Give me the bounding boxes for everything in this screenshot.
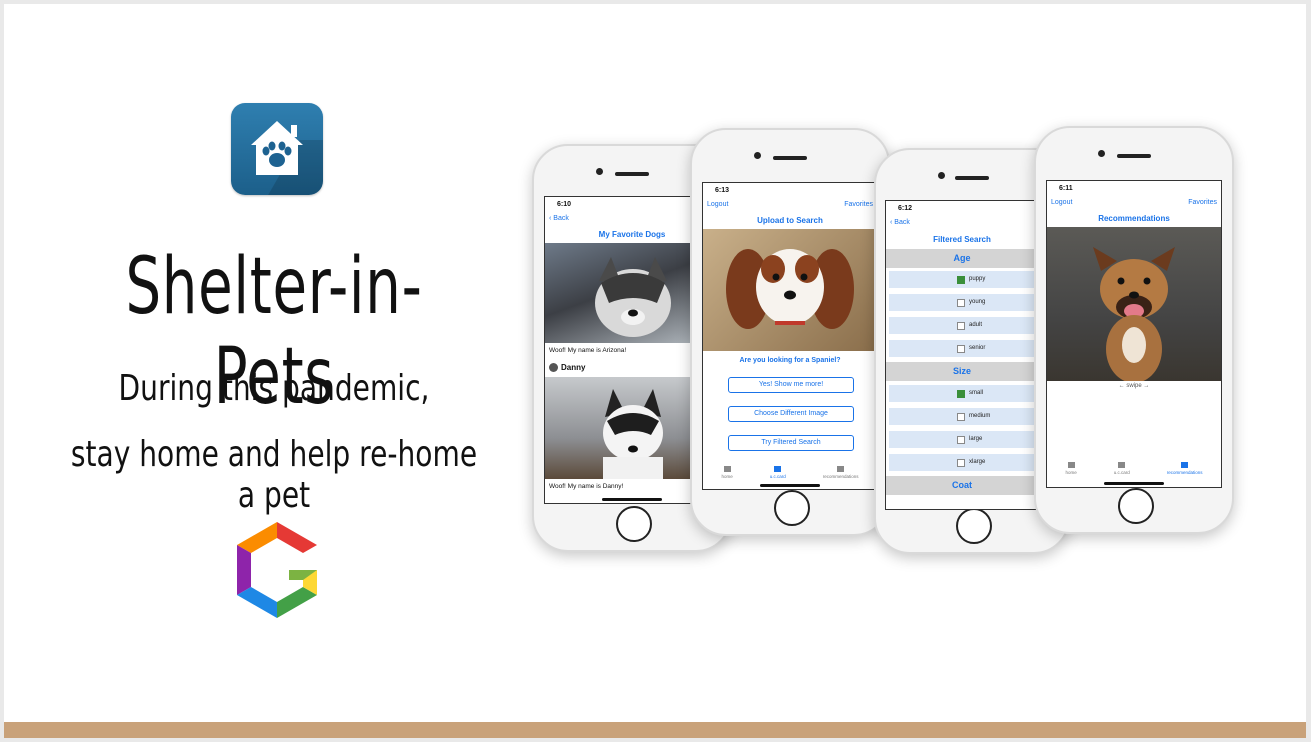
option-small[interactable]: small [889, 385, 1035, 402]
breed-question: Are you looking for a Spaniel? [739, 357, 841, 364]
option-young[interactable]: young [889, 294, 1035, 311]
uploaded-dog-photo [703, 229, 877, 351]
section-size: Size [886, 362, 1038, 381]
logout-button[interactable]: Logout [707, 201, 728, 208]
home-button[interactable] [774, 490, 810, 526]
logout-button[interactable]: Logout [1051, 199, 1072, 206]
tab-home[interactable]: home [721, 463, 733, 485]
slide: Shelter-in-Pets During this pandemic, st… [4, 4, 1306, 738]
checkbox [957, 459, 965, 467]
option-xlarge[interactable]: xlarge [889, 454, 1035, 471]
home-icon [723, 466, 731, 472]
back-button[interactable]: ‹ Back [549, 215, 569, 222]
subtitle-line-2: stay home and help re-home a pet [70, 434, 478, 516]
subtitle-line-1: During this pandemic, [118, 368, 430, 409]
option-medium[interactable]: medium [889, 408, 1035, 425]
tab-card[interactable]: u.c.card [770, 463, 786, 485]
person-icon [1181, 462, 1189, 468]
tab-home[interactable]: home [1065, 459, 1077, 481]
screen-title: Upload to Search [757, 216, 823, 225]
back-button[interactable]: ‹ Back [890, 219, 910, 226]
show-more-button[interactable]: Yes! Show me more! [728, 377, 854, 393]
tab-bar: home u.c.card recommendations [1047, 459, 1221, 481]
filtered-search-button[interactable]: Try Filtered Search [728, 435, 854, 451]
dog-caption: Woof! My name is Danny! [549, 483, 624, 490]
recommended-dog-photo [1047, 227, 1221, 381]
screen-title: Filtered Search [933, 235, 991, 244]
checkbox [957, 413, 965, 421]
checkbox [957, 299, 965, 307]
section-age: Age [886, 249, 1038, 268]
option-puppy[interactable]: puppy [889, 271, 1035, 288]
home-icon [1067, 462, 1075, 468]
card-icon [774, 466, 782, 472]
choose-image-button[interactable]: Choose Different Image [728, 406, 854, 422]
section-coat: Coat [886, 476, 1038, 495]
phone-recommendations: 6:11 Logout Favorites Recommendations ← … [1034, 126, 1234, 534]
screen-title: Recommendations [1098, 214, 1170, 223]
option-large[interactable]: large [889, 431, 1035, 448]
paw-house-icon [231, 103, 323, 195]
card-icon [1118, 462, 1126, 468]
checkbox [957, 436, 965, 444]
dog-caption: Woof! My name is Arizona! [549, 347, 627, 354]
person-icon [837, 466, 845, 472]
hexagon-g-logo [237, 522, 317, 618]
favorites-button[interactable]: Favorites [844, 201, 873, 208]
home-button[interactable] [956, 508, 992, 544]
favorites-button[interactable]: Favorites [1188, 199, 1217, 206]
tab-recommendations[interactable]: recommendations [823, 463, 858, 485]
option-adult[interactable]: adult [889, 317, 1035, 334]
tab-recommendations[interactable]: recommendations [1167, 459, 1202, 481]
phone-upload-search: 6:13 Logout Favorites Upload to Search A… [690, 128, 890, 536]
avatar [549, 363, 558, 373]
checkbox [957, 322, 965, 330]
home-button[interactable] [616, 506, 652, 542]
tab-bar: home u.c.card recommendations [703, 463, 877, 485]
tab-card[interactable]: u.c.card [1114, 459, 1130, 481]
checkbox-checked [957, 276, 965, 284]
home-button[interactable] [1118, 488, 1154, 524]
option-senior[interactable]: senior [889, 340, 1035, 357]
checkbox [957, 345, 965, 353]
bottom-accent-bar [4, 722, 1306, 738]
checkbox-checked [957, 390, 965, 398]
swipe-hint: ← swipe → [1118, 383, 1150, 389]
dog-name-danny: Danny [549, 363, 585, 373]
